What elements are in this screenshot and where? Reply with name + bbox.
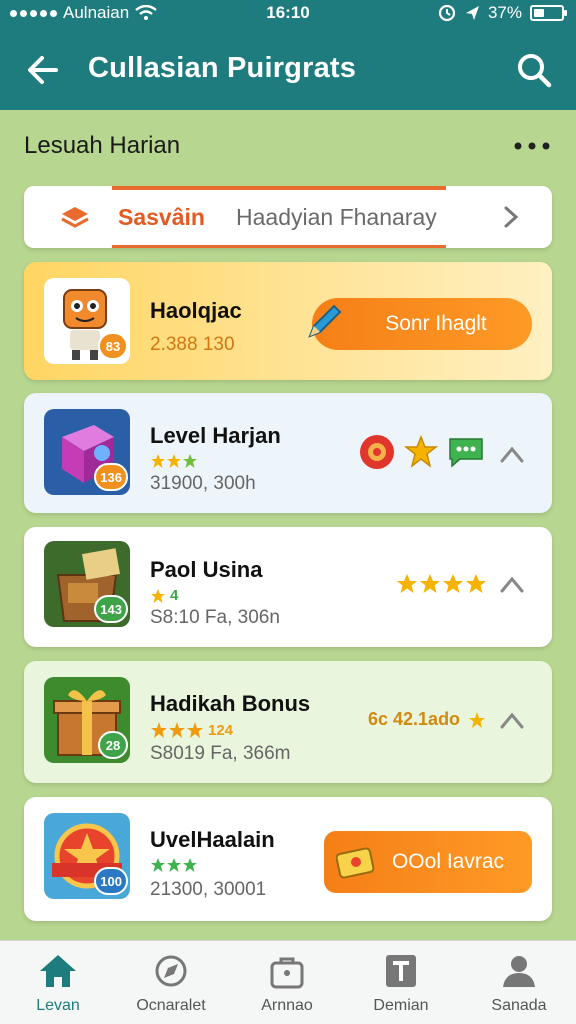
card-badge: 136 [94, 463, 128, 491]
share-icon[interactable] [498, 569, 526, 597]
more-options-icon[interactable] [512, 134, 552, 158]
share-icon[interactable] [498, 439, 526, 467]
page-title: Cullasian Puirgrats [88, 52, 357, 84]
battery-icon [530, 5, 567, 21]
card-title: Hadikah Bonus [150, 691, 311, 716]
nav-label: Sanada [491, 997, 547, 1014]
card-subtitle: 21300, 30001 [150, 879, 267, 900]
nav-label: Demian [373, 997, 429, 1014]
claim-button[interactable]: OOol Iavrac [324, 831, 532, 893]
star-rating [150, 857, 198, 873]
chat-icon[interactable] [446, 435, 486, 469]
alarm-icon [438, 4, 456, 22]
star-rating: 4 [150, 587, 178, 604]
star-rating-icon [397, 574, 486, 593]
card-title: UvelHaalain [150, 827, 275, 852]
nav-label: Ocnaralet [136, 997, 206, 1014]
pizza-icon[interactable] [358, 433, 396, 471]
ticket-icon [336, 847, 375, 879]
card-badge: 143 [94, 595, 128, 623]
nav-item-home[interactable]: Levan [3, 953, 113, 1015]
star-icon[interactable] [404, 435, 438, 469]
tab-bar: Sasvâin Haadyian Fhanaray [24, 186, 552, 248]
star-icon [151, 454, 197, 468]
share-icon[interactable] [498, 705, 526, 733]
top-bar: Cullasian Puirgrats [0, 40, 576, 100]
compass-icon [155, 955, 187, 987]
card-subtitle: 2.388 130 [150, 334, 235, 355]
layers-icon [61, 207, 89, 228]
tab-indicator [112, 245, 446, 248]
nav-item-explore[interactable]: Ocnaralet [116, 953, 226, 1015]
get-button[interactable]: Sonr Ihaglt [308, 298, 532, 350]
card-badge: 28 [98, 731, 128, 759]
card-subtitle: 31900, 300h [150, 473, 256, 494]
star-icon [469, 712, 485, 728]
card-subtitle: S8019 Fa, 366m [150, 743, 291, 764]
section-title: Lesuah Harian [24, 132, 181, 159]
home-icon [40, 955, 76, 987]
text-box-icon [386, 955, 416, 987]
app-header: Aulnaian 16:10 37% Cullasian Puirgrats [0, 0, 576, 110]
star-icon [151, 722, 203, 738]
list-item[interactable]: 28 Hadikah Bonus 124 S8019 Fa, 366m 6c 4… [24, 661, 552, 783]
tab-active[interactable]: Sasvâin [118, 204, 205, 231]
list-item[interactable]: 83 Haolqjac 2.388 130 Sonr Ihaglt [24, 262, 552, 380]
list-item[interactable]: 136 Level Harjan 31900, 300h [24, 393, 552, 513]
nav-label: Levan [36, 997, 80, 1014]
card-title: Haolqjac [150, 298, 242, 323]
bag-icon [270, 957, 304, 989]
status-bar: Aulnaian 16:10 37% [0, 0, 576, 26]
gift-thumbnail: 28 [44, 677, 130, 763]
box-thumbnail: 143 [44, 541, 130, 627]
rating-value: 4 [170, 587, 179, 604]
robot-thumbnail: 83 [44, 278, 130, 364]
bottom-nav: Levan Ocnaralet Arnnao Demian Sanada [0, 940, 576, 1024]
nav-item-bag[interactable]: Arnnao [232, 953, 342, 1015]
star-rating: 124 [150, 721, 233, 739]
claim-button-label: OOol Iavrac [391, 850, 505, 873]
status-right: 37% [438, 3, 567, 23]
tab-inactive[interactable]: Haadyian Fhanaray [236, 204, 437, 231]
nav-item-text[interactable]: Demian [346, 953, 456, 1015]
search-icon[interactable] [512, 48, 556, 92]
card-title: Paol Usina [150, 557, 263, 582]
star-icon [151, 588, 165, 603]
star-icon [151, 858, 197, 872]
nav-label: Arnnao [261, 997, 313, 1014]
tab-indicator-top [112, 186, 446, 190]
profile-icon [503, 956, 535, 987]
card-badge: 83 [98, 332, 128, 360]
get-button-label: Sonr Ihaglt [385, 312, 487, 335]
card-subtitle: S8:10 Fa, 306n [150, 607, 280, 628]
cube-thumbnail: 136 [44, 409, 130, 495]
location-icon [465, 6, 479, 20]
badge-thumbnail: 100 [44, 813, 130, 899]
card-badge: 100 [94, 867, 128, 895]
list-item[interactable]: 143 Paol Usina 4 S8:10 Fa, 306n [24, 527, 552, 647]
reward-tag: 6c 42.1ado [368, 709, 461, 729]
nav-item-profile[interactable]: Sanada [464, 953, 574, 1015]
back-arrow-icon[interactable] [22, 48, 66, 92]
star-rating [150, 453, 198, 469]
chevron-right-icon[interactable] [500, 202, 522, 232]
rating-value: 124 [208, 721, 234, 739]
card-title: Level Harjan [150, 423, 281, 448]
pencil-icon [308, 304, 342, 338]
list-item[interactable]: 100 UvelHaalain 21300, 30001 OOol Iavrac [24, 797, 552, 921]
battery-percent: 37% [487, 3, 522, 22]
